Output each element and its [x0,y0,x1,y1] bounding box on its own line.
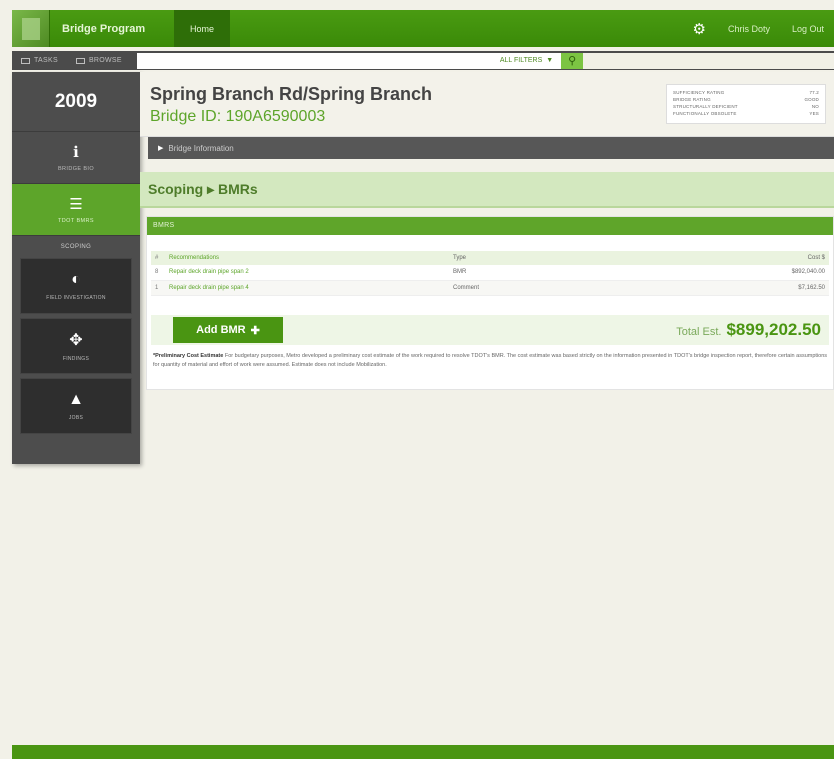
row-recommendation-link[interactable]: Repair deck drain pipe span 4 [165,280,449,296]
row-type: Comment [449,280,689,296]
rating-value: NO [811,104,819,109]
tab-browse[interactable]: BROWSE [67,57,131,64]
tab-home[interactable]: Home [174,10,231,47]
sidebar-item-label: JOBS [68,415,84,421]
bridge-header: Spring Branch Rd/Spring Branch Bridge ID… [140,72,834,137]
field-investigation-icon: ◐ [71,271,81,288]
sidebar-item-label: FIELD INVESTIGATION [46,295,106,301]
rating-row: FUNCTIONALLY OBSOLETE YES [673,110,819,117]
tasks-icon [21,57,30,64]
rating-value: 77.2 [809,90,819,95]
table-header-row: # Recommendations Type Cost $ [151,251,829,265]
sidebar-item-findings[interactable]: ✥ FINDINGS [20,318,132,374]
sidebar-item-field-investigation[interactable]: ◐ FIELD INVESTIGATION [20,258,132,314]
total-value: $899,202.50 [726,320,821,339]
sidebar-item-label: FINDINGS [62,356,90,362]
search-button[interactable]: ⚲ [561,52,584,69]
total-estimate: Total Est. $899,202.50 [676,320,821,340]
row-recommendation-link[interactable]: Repair deck drain pipe span 2 [165,265,449,281]
top-nav-bar: Bridge Program Home ⚙ Chris Doty Log Out [12,10,834,47]
year-label: 2009 [12,72,140,132]
column-header-type[interactable]: Type [449,251,689,265]
rating-label: FUNCTIONALLY OBSOLETE [673,111,737,116]
plus-icon: ✚ [250,324,260,337]
rating-label: BRIDGE RATING [673,97,711,102]
add-bmr-button[interactable]: Add BMR ✚ [173,317,283,343]
app-title[interactable]: Bridge Program [62,23,174,35]
rating-label: SUFFICIENCY RATING [673,90,725,95]
search-icon: ⚲ [568,55,577,67]
sidebar-item-label: BRIDGE BIO [57,166,95,172]
add-row: Add BMR ✚ Total Est. $899,202.50 [151,315,829,345]
disclaimer-title: *Preliminary Cost Estimate [153,353,224,359]
jobs-icon: ▲ [68,391,84,408]
rating-row: BRIDGE RATING GOOD [673,96,819,103]
logout-link[interactable]: Log Out [792,24,824,34]
bridge-id: Bridge ID: 190A6590003 [150,108,326,125]
chevron-down-icon: ▼ [546,57,554,64]
gear-icon[interactable]: ⚙ [693,20,706,38]
row-type: BMR [449,265,689,281]
findings-icon: ✥ [69,332,83,349]
browse-icon [75,57,85,64]
tab-tasks[interactable]: TASKS [12,57,67,64]
rating-row: SUFFICIENCY RATING 77.2 [673,89,819,96]
rating-value: YES [809,111,819,116]
breadcrumb: Scoping ▸ BMRs [140,172,834,208]
filters-dropdown[interactable]: ALL FILTERS ▼ [491,52,562,69]
footer-bar [12,745,834,759]
sidebar-item-tdot-bmrs[interactable]: ☰ TDOT BMRS [12,184,140,236]
sidebar-section-scoping: SCOPING [60,244,92,250]
row-cost: $892,040.00 [689,265,829,281]
sidebar-item-bridge-bio[interactable]: ℹ BRIDGE BIO [12,132,140,184]
ratings-box: SUFFICIENCY RATING 77.2 BRIDGE RATING GO… [666,84,826,124]
disclaimer-text: For budgetary purposes, Metro developed … [153,353,828,368]
row-num: 8 [151,265,165,281]
add-bmr-label: Add BMR [196,324,246,336]
column-header-recommendations[interactable]: Recommendations [165,251,449,265]
column-header-num[interactable]: # [151,251,165,265]
bridge-information-toggle[interactable]: ▶ Bridge Information [148,137,834,159]
tab-tasks-label: TASKS [34,57,58,64]
filters-label: ALL FILTERS [499,57,543,64]
search-input[interactable] [136,52,492,69]
tab-browse-label: BROWSE [88,57,122,64]
rating-row: STRUCTURALLY DEFICIENT NO [673,103,819,110]
app-logo[interactable] [12,10,50,47]
rating-label: STRUCTURALLY DEFICIENT [673,104,738,109]
column-header-cost[interactable]: Cost $ [689,251,829,265]
table-row[interactable]: 1 Repair deck drain pipe span 4 Comment … [151,280,829,296]
bridge-information-label: Bridge Information [168,143,234,153]
sidebar: 2009 ℹ BRIDGE BIO ☰ TDOT BMRS SCOPING ◐ … [12,72,140,464]
table-row[interactable]: 8 Repair deck drain pipe span 2 BMR $892… [151,265,829,281]
rating-value: GOOD [804,97,819,102]
toolbar-spacer [583,52,834,69]
bmr-table: # Recommendations Type Cost $ 8 Repair d… [151,251,829,296]
sidebar-item-label: TDOT BMRS [58,218,94,224]
panel-title: BMRS [147,217,833,235]
cost-disclaimer: *Preliminary Cost Estimate For budgetary… [153,352,828,370]
row-cost: $7,162.50 [689,280,829,296]
sidebar-item-jobs[interactable]: ▲ JOBS [20,378,132,434]
list-icon: ☰ [69,196,83,213]
row-num: 1 [151,280,165,296]
total-label: Total Est. [676,326,722,338]
toolbar: TASKS BROWSE ALL FILTERS ▼ ⚲ [12,51,834,70]
info-icon: ℹ [73,144,79,161]
chevron-right-icon: ▶ [158,145,164,152]
user-name-link[interactable]: Chris Doty [728,24,770,34]
page-title: Spring Branch Rd/Spring Branch [150,84,433,104]
bmrs-panel: BMRS # Recommendations Type Cost $ 8 Rep… [146,216,834,390]
